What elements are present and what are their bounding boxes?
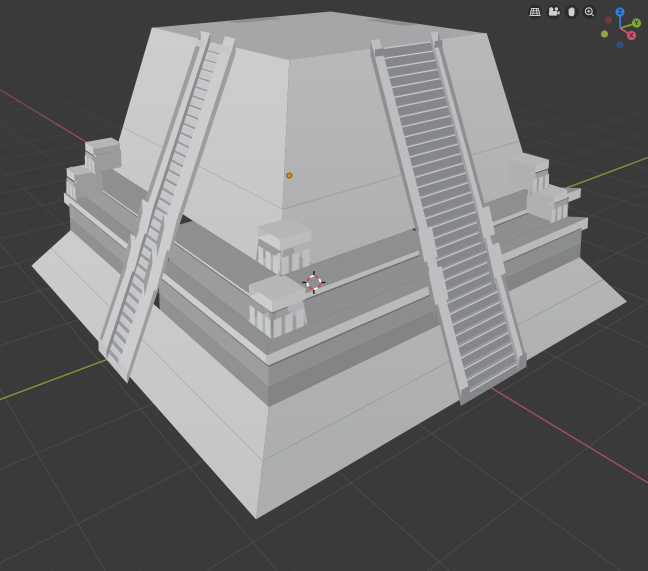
svg-text:Z: Z — [618, 9, 622, 16]
